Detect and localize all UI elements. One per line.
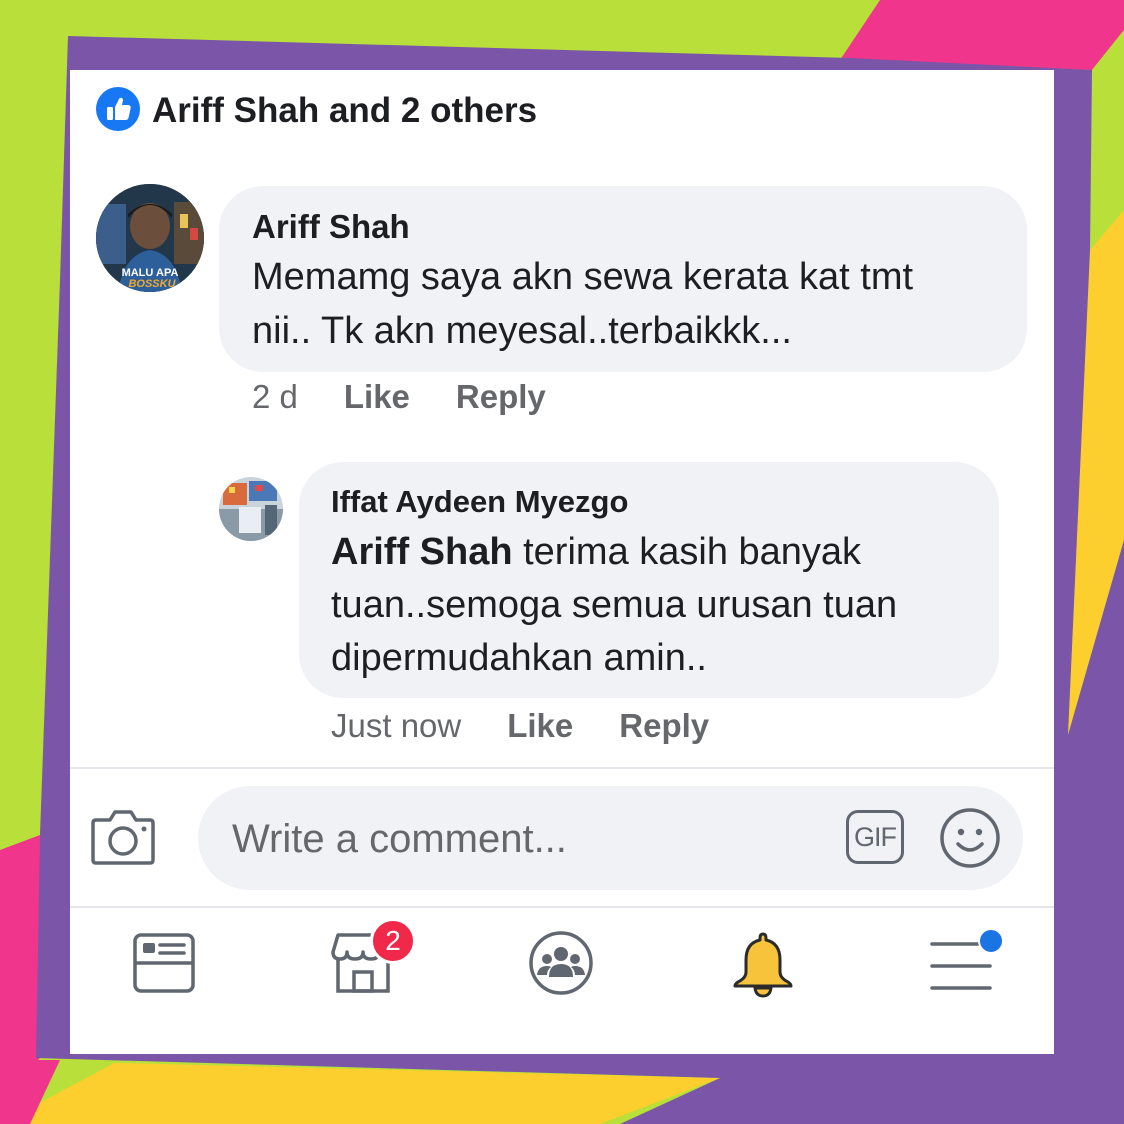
reply-text-line-1: Ariff Shah terima kasih banyak (331, 526, 897, 579)
profile-photo (219, 477, 283, 541)
comment-author-name[interactable]: Ariff Shah (252, 208, 410, 246)
reply-text-line-3: dipermudahkan amin.. (331, 637, 707, 679)
comment-actions: 2 d Like Reply (252, 378, 592, 416)
likes-summary[interactable]: Ariff Shah and 2 others (96, 86, 538, 132)
camera-icon[interactable] (90, 806, 156, 871)
marketplace-badge: 2 (370, 918, 416, 964)
gif-button[interactable]: GIF (846, 810, 904, 864)
reply-actions: Just now Like Reply (331, 707, 755, 745)
comment-text: Memamg saya akn sewa kerata kat tmt nii.… (252, 250, 913, 358)
reply-button[interactable]: Reply (456, 378, 546, 416)
reply-author-name[interactable]: Iffat Aydeen Myezgo (331, 484, 628, 520)
comment-input[interactable] (230, 808, 824, 870)
reply-text-line-2: tuan..semoga semua urusan tuan (331, 584, 898, 626)
comment-text-line: nii.. Tk akn meyesal..terbaikkk... (252, 310, 792, 352)
groups-icon[interactable] (528, 930, 594, 1001)
likes-summary-text: Ariff Shah and 2 others (152, 91, 538, 130)
menu-notification-dot (978, 928, 1004, 954)
comment-composer: GIF (198, 786, 1023, 890)
like-button[interactable]: Like (344, 378, 410, 416)
bottom-navigation: 2 (70, 908, 1054, 1054)
avatar-caption-bottom: BOSSKU (128, 278, 176, 290)
reply-button[interactable]: Reply (619, 707, 709, 745)
comment-text-line: Memamg saya akn sewa kerata kat tmt (252, 256, 914, 298)
facebook-comments-card: Ariff Shah and 2 others MALU APA BOSSKU … (70, 70, 1054, 1054)
thumbs-up-icon (96, 86, 140, 136)
profile-photo: MALU APA BOSSKU (96, 184, 204, 292)
news-feed-icon[interactable] (132, 930, 196, 1001)
smiley-icon[interactable] (938, 806, 1002, 875)
reply-text-segment: terima kasih banyak (512, 531, 862, 573)
divider (70, 767, 1054, 769)
mention-ariff-shah[interactable]: Ariff Shah (331, 531, 513, 573)
avatar-iffat-aydeen[interactable] (219, 477, 283, 541)
notifications-bell-icon[interactable] (730, 930, 796, 1003)
reply-timestamp: Just now (331, 707, 462, 744)
avatar-ariff-shah[interactable]: MALU APA BOSSKU (96, 184, 204, 292)
reply-text: Ariff Shah terima kasih banyak tuan..sem… (331, 526, 897, 685)
like-button[interactable]: Like (507, 707, 573, 745)
comment-timestamp: 2 d (252, 378, 298, 415)
